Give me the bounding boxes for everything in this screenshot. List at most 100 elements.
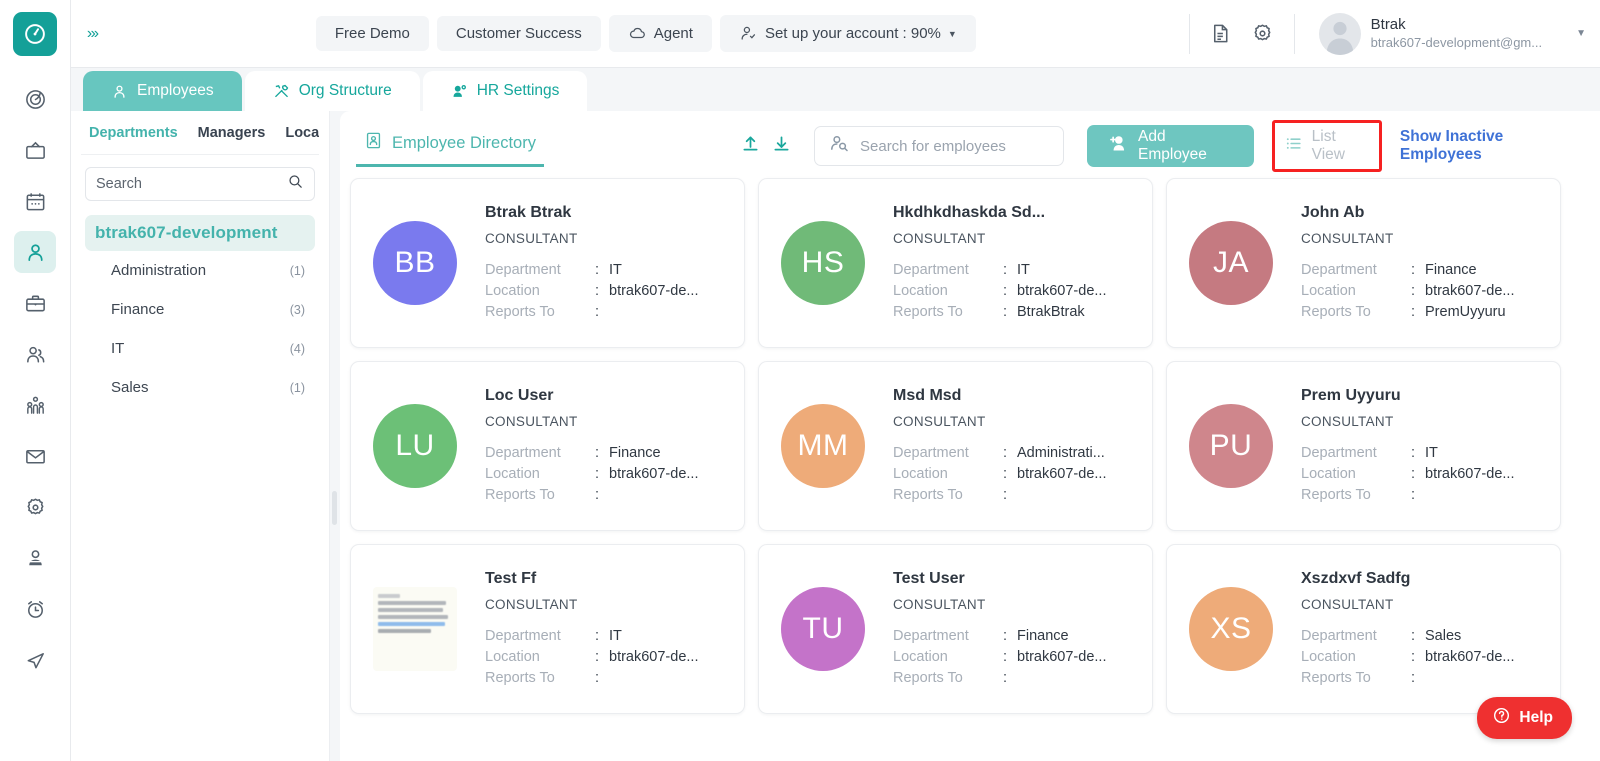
field-label: Reports To bbox=[485, 668, 595, 689]
tab-employees[interactable]: Employees bbox=[83, 71, 242, 111]
employee-info: Hkdhkdhaskda Sd... CONSULTANT Department… bbox=[893, 204, 1130, 323]
field-location: Location : btrak607-de... bbox=[1301, 464, 1538, 485]
help-button[interactable]: Help bbox=[1477, 697, 1572, 739]
rail-item-profile[interactable] bbox=[14, 537, 56, 579]
field-location: Location : btrak607-de... bbox=[893, 464, 1130, 485]
rail-item-org-chart[interactable] bbox=[14, 384, 56, 426]
page-scrollbar[interactable] bbox=[1592, 111, 1600, 761]
employee-fields: Department : IT Location : btrak607-de..… bbox=[1301, 443, 1538, 506]
add-employee-label: Add Employee bbox=[1138, 128, 1234, 164]
field-value: btrak607-de... bbox=[1425, 464, 1514, 485]
avatar-initials: XS bbox=[1210, 612, 1251, 646]
employee-info: Btrak Btrak CONSULTANT Department : IT L… bbox=[485, 204, 722, 323]
field-value: btrak607-de... bbox=[609, 647, 698, 668]
field-label: Department bbox=[485, 443, 595, 464]
content-scrollbar[interactable] bbox=[330, 111, 340, 761]
lp-tab-managers[interactable]: Managers bbox=[198, 125, 266, 141]
employee-card[interactable]: JA John Ab CONSULTANT Department : Finan… bbox=[1166, 178, 1561, 348]
rail-item-teams[interactable] bbox=[14, 333, 56, 375]
download-icon[interactable] bbox=[771, 133, 792, 159]
rail-item-settings[interactable] bbox=[14, 486, 56, 528]
employee-card[interactable]: Test Ff CONSULTANT Department : IT Locat… bbox=[350, 544, 745, 714]
setup-account-button[interactable]: Set up your account : 90% ▼ bbox=[720, 15, 976, 52]
department-search-input[interactable] bbox=[96, 176, 287, 192]
employee-card[interactable]: PU Prem Uyyuru CONSULTANT Department : I… bbox=[1166, 361, 1561, 531]
org-root-node[interactable]: btrak607-development bbox=[85, 215, 315, 251]
list-view-button[interactable]: List View bbox=[1272, 120, 1382, 172]
field-location: Location : btrak607-de... bbox=[1301, 647, 1538, 668]
department-item[interactable]: Sales (1) bbox=[81, 368, 319, 407]
employee-info: Prem Uyyuru CONSULTANT Department : IT L… bbox=[1301, 387, 1538, 506]
field-value: btrak607-de... bbox=[1425, 281, 1514, 302]
tab-employees-label: Employees bbox=[137, 82, 214, 100]
upload-icon[interactable] bbox=[740, 133, 761, 159]
rail-item-time-tracking[interactable] bbox=[14, 588, 56, 630]
rail-item-employees[interactable] bbox=[14, 231, 56, 273]
clock-logo-icon[interactable] bbox=[13, 12, 57, 56]
user-menu[interactable]: Btrak btrak607-development@gm... bbox=[1305, 13, 1550, 55]
document-icon[interactable] bbox=[1200, 13, 1242, 55]
rail-item-mail[interactable] bbox=[14, 435, 56, 477]
field-department: Department : IT bbox=[1301, 443, 1538, 464]
employee-search-input[interactable] bbox=[860, 138, 1059, 155]
field-label: Reports To bbox=[893, 302, 1003, 323]
employee-role: CONSULTANT bbox=[1301, 231, 1538, 246]
department-item[interactable]: Finance (3) bbox=[81, 290, 319, 329]
field-colon: : bbox=[1411, 647, 1425, 668]
field-value: BtrakBtrak bbox=[1017, 302, 1085, 323]
rail-item-send[interactable] bbox=[14, 639, 56, 681]
employee-card[interactable]: XS Xszdxvf Sadfg CONSULTANT Department :… bbox=[1166, 544, 1561, 714]
employee-search[interactable] bbox=[814, 126, 1064, 166]
department-search[interactable] bbox=[85, 167, 315, 201]
rail-item-dashboard[interactable] bbox=[14, 78, 56, 120]
field-label: Reports To bbox=[1301, 668, 1411, 689]
scrollbar-thumb[interactable] bbox=[332, 491, 337, 525]
tab-hr-settings[interactable]: HR Settings bbox=[423, 71, 588, 111]
rail-item-jobs[interactable] bbox=[14, 282, 56, 324]
user-menu-chevron-down-icon[interactable]: ▼ bbox=[1576, 28, 1586, 39]
field-value: btrak607-de... bbox=[609, 464, 698, 485]
free-demo-label: Free Demo bbox=[335, 25, 410, 42]
tab-employee-directory[interactable]: Employee Directory bbox=[356, 131, 544, 167]
employee-info: John Ab CONSULTANT Department : Finance … bbox=[1301, 204, 1538, 323]
employee-card[interactable]: BB Btrak Btrak CONSULTANT Department : I… bbox=[350, 178, 745, 348]
chevron-down-icon: ▼ bbox=[948, 29, 957, 39]
field-colon: : bbox=[1411, 626, 1425, 647]
rail-item-calendar[interactable] bbox=[14, 180, 56, 222]
user-check-icon bbox=[739, 24, 758, 43]
avatar: MM bbox=[781, 404, 865, 488]
lp-tab-departments[interactable]: Departments bbox=[89, 125, 178, 141]
field-label: Reports To bbox=[893, 485, 1003, 506]
agent-button[interactable]: Agent bbox=[609, 15, 712, 52]
employee-card[interactable]: LU Loc User CONSULTANT Department : Fina… bbox=[350, 361, 745, 531]
field-colon: : bbox=[595, 443, 609, 464]
field-label: Location bbox=[485, 647, 595, 668]
department-item[interactable]: IT (4) bbox=[81, 329, 319, 368]
departments-panel: Departments Managers Location btrak607-d… bbox=[71, 111, 330, 761]
employee-card[interactable]: MM Msd Msd CONSULTANT Department : Admin… bbox=[758, 361, 1153, 531]
employee-info: Loc User CONSULTANT Department : Finance… bbox=[485, 387, 722, 506]
add-employee-button[interactable]: Add Employee bbox=[1087, 125, 1254, 167]
chevrons-right-icon[interactable]: »› bbox=[71, 10, 113, 58]
tab-org-structure[interactable]: Org Structure bbox=[245, 71, 420, 111]
employee-fields: Department : Finance Location : btrak607… bbox=[485, 443, 722, 506]
field-reports-to: Reports To : PremUyyuru bbox=[1301, 302, 1538, 323]
free-demo-button[interactable]: Free Demo bbox=[316, 16, 429, 51]
employee-card[interactable]: HS Hkdhkdhaskda Sd... CONSULTANT Departm… bbox=[758, 178, 1153, 348]
employee-info: Msd Msd CONSULTANT Department : Administ… bbox=[893, 387, 1130, 506]
lp-tab-location[interactable]: Location bbox=[285, 125, 319, 141]
field-label: Location bbox=[893, 647, 1003, 668]
avatar-placeholder-icon bbox=[1319, 13, 1361, 55]
gear-icon bbox=[24, 496, 47, 519]
employee-role: CONSULTANT bbox=[893, 414, 1130, 429]
show-inactive-employees-link[interactable]: Show Inactive Employees bbox=[1400, 128, 1582, 164]
person-icon bbox=[111, 83, 128, 100]
field-colon: : bbox=[595, 626, 609, 647]
tools-icon bbox=[273, 83, 290, 100]
rail-item-broadcast[interactable] bbox=[14, 129, 56, 171]
customer-success-button[interactable]: Customer Success bbox=[437, 16, 601, 51]
employee-card[interactable]: TU Test User CONSULTANT Department : Fin… bbox=[758, 544, 1153, 714]
target-icon bbox=[24, 88, 47, 111]
department-item[interactable]: Administration (1) bbox=[81, 251, 319, 290]
settings-gear-icon[interactable] bbox=[1242, 13, 1284, 55]
